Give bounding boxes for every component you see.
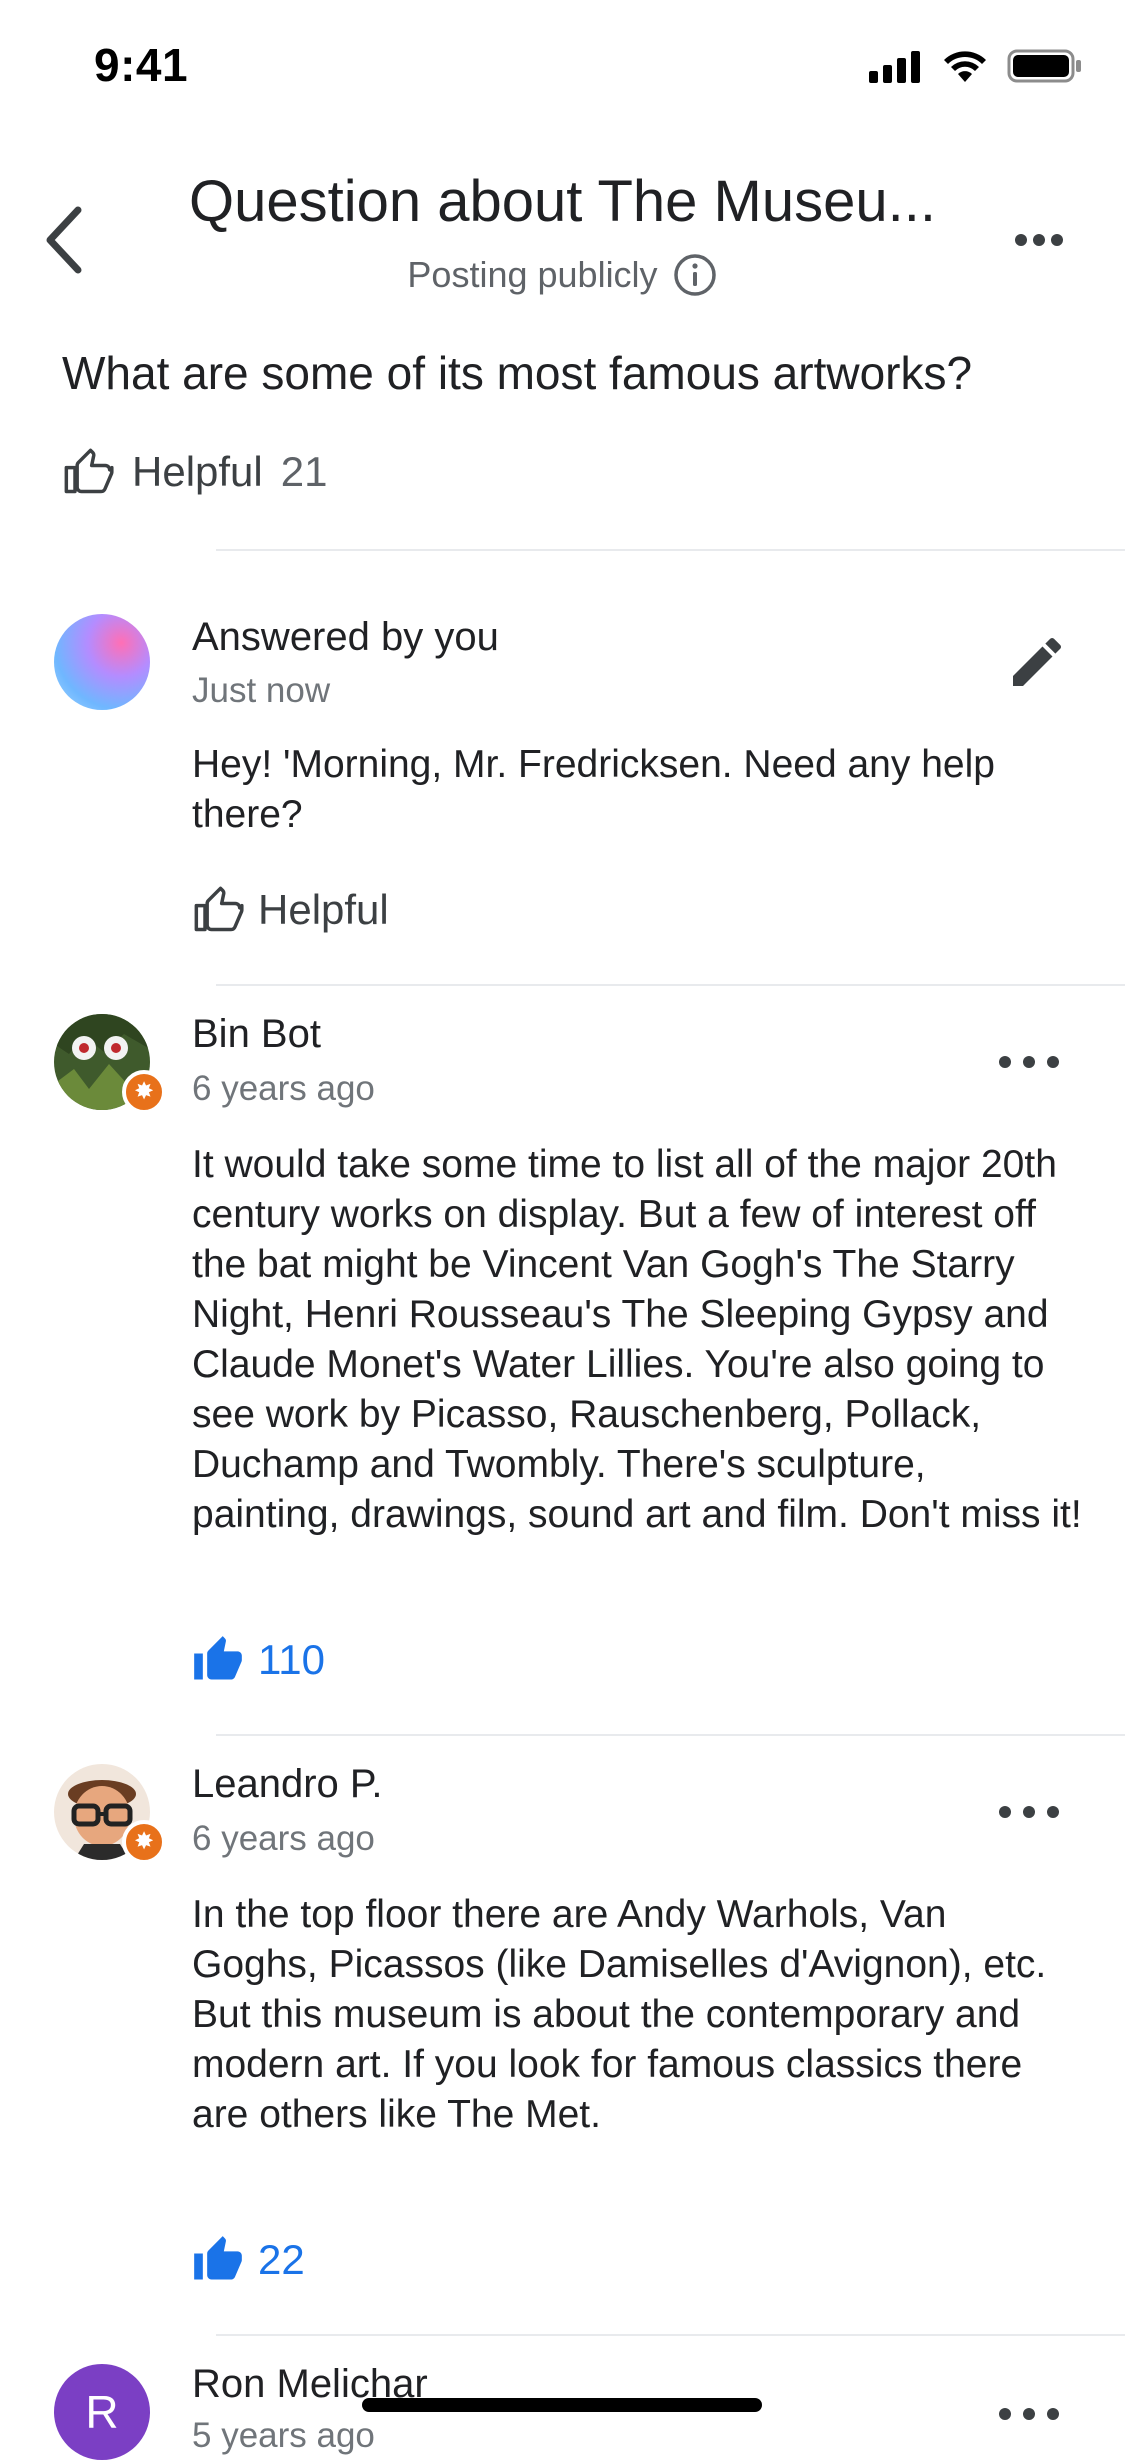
answer-author: Bin Bot (192, 1012, 321, 1056)
more-dot (1023, 1806, 1035, 1818)
posting-visibility-label: Posting publicly (407, 254, 658, 295)
question-helpful-count: 21 (280, 448, 328, 495)
answer-upvote-button[interactable]: 22 (192, 2234, 305, 2286)
status-icons (869, 48, 1083, 84)
local-guide-badge: ✸ (122, 1820, 166, 1864)
posting-visibility: Posting publicly (150, 252, 975, 298)
thumbs-up-outline-icon (64, 448, 114, 494)
more-dot (1047, 2408, 1059, 2420)
local-guide-badge: ✸ (122, 1070, 166, 1114)
my-avatar (54, 614, 150, 710)
more-options-button[interactable] (999, 216, 1079, 264)
answer-vote-count: 22 (258, 2236, 305, 2283)
answer-text: In the top floor there are Andy Warhols,… (192, 1893, 1047, 2136)
info-icon[interactable] (672, 252, 718, 298)
divider (216, 549, 1125, 551)
answer-time: 6 years ago (192, 1819, 375, 1858)
answer-author: Leandro P. (192, 1762, 383, 1806)
answer-more-button[interactable] (999, 1052, 1059, 1072)
my-answer-time: Just now (192, 671, 331, 710)
question-helpful-button[interactable]: Helpful 21 (62, 446, 327, 498)
chevron-left-icon (46, 206, 82, 274)
more-dot (1023, 2408, 1035, 2420)
page-title: Question about The Museu... (189, 169, 936, 234)
more-dot (999, 1806, 1011, 1818)
cellular-signal-icon (869, 51, 920, 83)
more-dot (1047, 1806, 1059, 1818)
my-answer-text: Hey! 'Morning, Mr. Fredricksen. Need any… (192, 743, 995, 836)
answer-vote-count: 110 (258, 1636, 325, 1683)
thumbs-up-outline-icon (194, 886, 244, 932)
status-time: 9:41 (94, 39, 189, 91)
my-answer-helpful-label: Helpful (258, 886, 389, 933)
question-text: What are some of its most famous artwork… (62, 347, 973, 399)
more-horizontal-icon (1015, 234, 1063, 246)
my-answer-author: Answered by you (192, 615, 499, 659)
divider (216, 984, 1125, 986)
thumbs-up-filled-icon (194, 1636, 242, 1680)
divider (216, 1734, 1125, 1736)
wifi-icon (944, 51, 986, 82)
thumbs-up-filled-icon (194, 2236, 242, 2280)
more-dot (1047, 1056, 1059, 1068)
pencil-icon (1013, 637, 1062, 686)
answer-time: 6 years ago (192, 1069, 375, 1108)
answer-text: It would take some time to list all of t… (192, 1143, 1082, 1536)
more-dot (999, 1056, 1011, 1068)
answer-time: 5 years ago (192, 2416, 375, 2455)
answer-upvote-button[interactable]: 110 (192, 1634, 325, 1686)
answer-more-button[interactable] (999, 1802, 1059, 1822)
question-helpful-label: Helpful (132, 448, 263, 495)
more-dot (1023, 1056, 1035, 1068)
user-avatar-letter: R (54, 2364, 150, 2460)
answer-more-button[interactable] (999, 2404, 1059, 2424)
more-dot (999, 2408, 1011, 2420)
divider (216, 2334, 1125, 2336)
back-button[interactable] (38, 200, 94, 280)
home-indicator[interactable] (362, 2398, 762, 2412)
my-answer-helpful-button[interactable]: Helpful (192, 884, 389, 936)
battery-icon (1007, 49, 1081, 83)
edit-answer-button[interactable] (1005, 630, 1069, 694)
